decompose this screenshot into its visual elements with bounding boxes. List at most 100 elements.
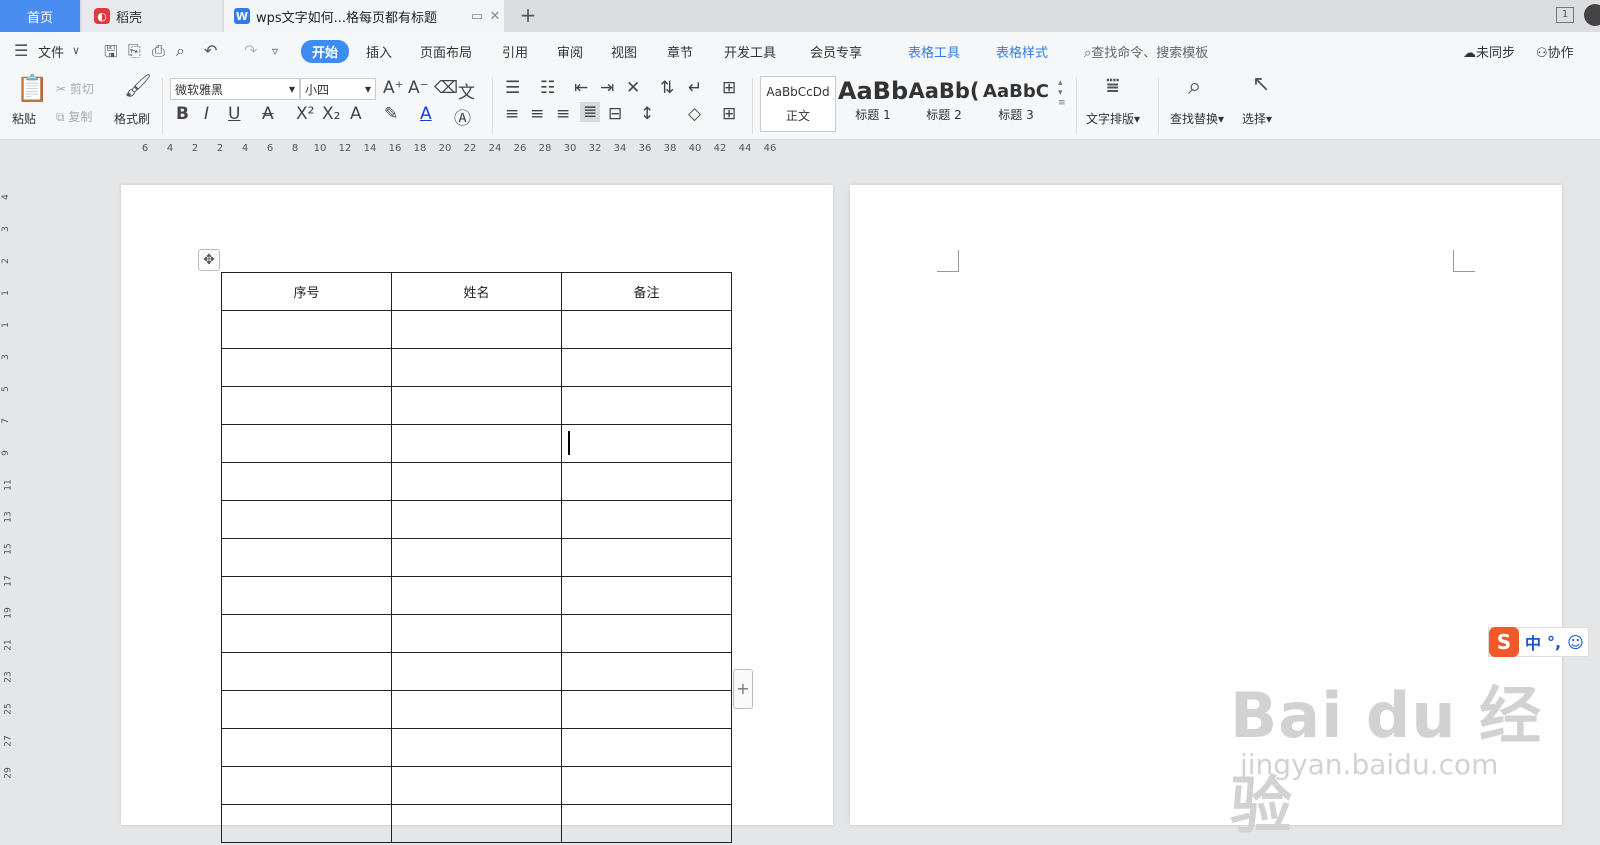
table-cell[interactable] [561, 462, 732, 501]
find-replace-button[interactable]: 查找替换▾ [1170, 110, 1224, 127]
select-button[interactable]: 选择▾ [1242, 110, 1272, 127]
style-heading1[interactable]: AaBb 标题 1 [838, 76, 908, 132]
table-cell[interactable] [221, 652, 392, 691]
clear-format-icon[interactable]: ⌫ [434, 78, 458, 98]
table-cell[interactable] [221, 538, 392, 577]
table-cell[interactable] [221, 310, 392, 349]
table-cell[interactable] [391, 348, 562, 387]
hamburger-icon[interactable]: ☰ [14, 41, 28, 60]
table-header-cell[interactable]: 序号 [221, 272, 392, 311]
phonetic-icon[interactable]: 文 [458, 78, 475, 103]
table-cell[interactable] [391, 386, 562, 425]
table-cell[interactable] [221, 424, 392, 463]
tab-reference[interactable]: 引用 [502, 42, 528, 61]
underline-icon[interactable]: U [228, 104, 240, 124]
tab-table-style[interactable]: 表格样式 [996, 42, 1048, 61]
table-cell[interactable] [561, 766, 732, 805]
text-layout-icon[interactable]: ⩸ [1106, 74, 1119, 99]
styles-scroll-icon[interactable]: ▴ ▾ ≡ [1058, 78, 1066, 108]
table-cell[interactable] [391, 804, 562, 843]
table-ruler-icon[interactable]: ⊞ [722, 78, 736, 98]
highlight-icon[interactable]: ✎ [384, 104, 398, 124]
align-center-icon[interactable]: ≡ [530, 104, 544, 124]
save-icon[interactable]: 🖫 [104, 41, 118, 68]
table-cell[interactable] [221, 576, 392, 615]
table-cell[interactable] [391, 766, 562, 805]
table-cell[interactable] [391, 614, 562, 653]
table-cell[interactable] [391, 500, 562, 539]
tab-insert[interactable]: 插入 [366, 42, 392, 61]
table-cell[interactable] [561, 804, 732, 843]
shrink-font-icon[interactable]: A⁻ [408, 78, 429, 98]
ime-toolbar[interactable]: S 中 °, ☺ [1488, 627, 1589, 657]
bullets-icon[interactable]: ☰ [505, 78, 520, 98]
table-cell[interactable] [221, 348, 392, 387]
menu-file[interactable]: 文件 [38, 42, 64, 61]
table-cell[interactable] [391, 690, 562, 729]
table-cell[interactable] [221, 766, 392, 805]
table-cell[interactable] [561, 576, 732, 615]
distribute-icon[interactable]: ⊟ [608, 104, 622, 124]
chinese-layout-icon[interactable]: ✕ [626, 78, 640, 98]
table-move-handle[interactable]: ✥ [198, 249, 220, 271]
vertical-ruler[interactable]: 4 3 2 1 1 3 5 7 9 11 13 15 17 19 21 23 25 27 29 [0, 160, 20, 819]
table-cell[interactable] [391, 576, 562, 615]
style-heading3[interactable]: AaBbC 标题 3 [980, 76, 1052, 132]
table-header-cell[interactable]: 姓名 [391, 272, 562, 311]
align-left-icon[interactable]: ≡ [505, 104, 519, 124]
font-color-icon[interactable]: A [420, 104, 432, 124]
tab-table-tools[interactable]: 表格工具 [908, 42, 960, 61]
table-cell[interactable] [391, 310, 562, 349]
add-column-button[interactable]: + [733, 669, 753, 709]
brush-icon[interactable]: 🖌 [124, 74, 152, 99]
table-cell[interactable] [391, 462, 562, 501]
italic-icon[interactable]: I [204, 104, 209, 124]
tab-dev-tools[interactable]: 开发工具 [724, 42, 776, 61]
char-border-icon[interactable]: Ⓐ [454, 104, 471, 129]
font-size-select[interactable]: 小四 ▾ [300, 78, 376, 100]
line-spacing-icon[interactable]: ↕ [640, 104, 654, 124]
increase-indent-icon[interactable]: ⇥ [600, 78, 614, 98]
table-cell[interactable] [561, 386, 732, 425]
table-cell[interactable] [221, 462, 392, 501]
collab-button[interactable]: ⚇协作 [1536, 42, 1574, 61]
sort-icon[interactable]: ⇅ [660, 78, 674, 98]
tab-member[interactable]: 会员专享 [810, 42, 862, 61]
strikethrough-icon[interactable]: A [262, 104, 274, 124]
cursor-icon[interactable]: ↖ [1252, 72, 1270, 97]
subscript-icon[interactable]: X₂ [322, 104, 340, 124]
table-cell[interactable] [221, 614, 392, 653]
table-cell[interactable] [391, 424, 562, 463]
table-cell[interactable] [221, 690, 392, 729]
table-cell[interactable] [221, 386, 392, 425]
show-marks-icon[interactable]: ↵ [688, 78, 702, 98]
new-tab-button[interactable]: + [516, 4, 540, 28]
sync-status[interactable]: ☁未同步 [1463, 42, 1515, 61]
close-tab-icon[interactable]: ✕ [486, 9, 504, 24]
table-cell[interactable] [561, 652, 732, 691]
ime-mode[interactable]: 中 [1525, 630, 1541, 654]
table-cell[interactable] [561, 690, 732, 729]
table-cell[interactable] [221, 728, 392, 767]
chevron-down-icon[interactable]: ∨ [72, 44, 80, 57]
table-cell[interactable] [221, 804, 392, 843]
table-cell[interactable] [561, 310, 732, 349]
export-pdf-icon[interactable]: ⎘ [128, 41, 141, 61]
horizontal-ruler[interactable]: 6 4 2 2 4 6 8 10 12 14 16 18 20 22 24 26 28 30 32 34 36 38 40 4… [0, 140, 1600, 160]
table-cell[interactable] [391, 538, 562, 577]
grow-font-icon[interactable]: A⁺ [383, 78, 404, 98]
tab-layout[interactable]: 页面布局 [420, 42, 472, 61]
tab-daoke[interactable]: ◐ 稻壳 [82, 0, 222, 32]
style-normal[interactable]: AaBbCcDd 正文 [760, 76, 836, 132]
ime-emoji-icon[interactable]: ☺ [1567, 633, 1584, 652]
text-effect-icon[interactable]: A [350, 104, 362, 124]
tab-view[interactable]: 视图 [611, 42, 637, 61]
table-cell[interactable] [561, 500, 732, 539]
paste-button[interactable]: 粘贴 [12, 110, 36, 127]
command-search[interactable]: ⌕查找命令、搜索模板 [1084, 42, 1208, 61]
tab-start[interactable]: 开始 [301, 40, 350, 63]
table-header-cell[interactable]: 备注 [561, 272, 732, 311]
customize-icon[interactable]: ▿ [272, 44, 278, 58]
format-painter-button[interactable]: 格式刷 [114, 110, 150, 127]
decrease-indent-icon[interactable]: ⇤ [574, 78, 588, 98]
